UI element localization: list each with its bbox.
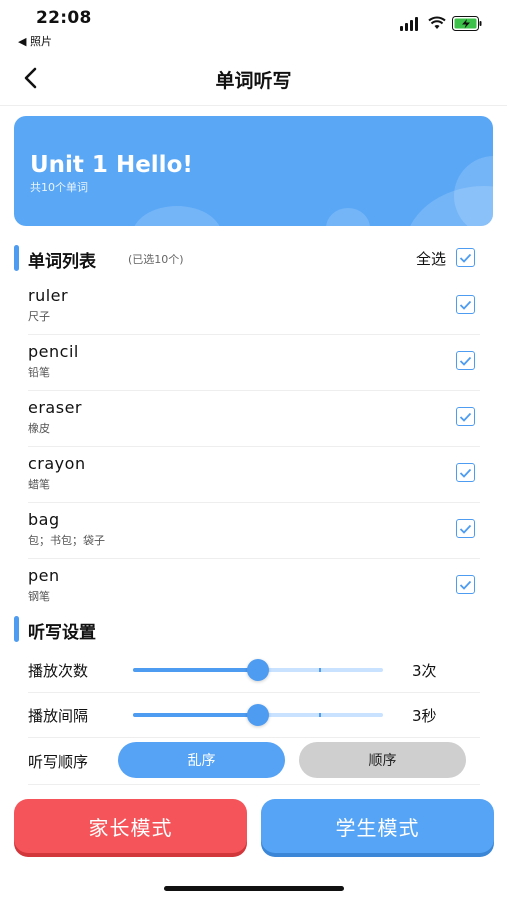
word-count: 共10个单词 <box>30 181 88 194</box>
play-interval-value: 3秒 <box>412 707 437 725</box>
list-item[interactable]: crayon 蜡笔 <box>28 446 480 503</box>
checkmark-icon <box>459 356 472 366</box>
student-mode-button[interactable]: 学生模式 <box>261 799 494 853</box>
word-english: bag <box>28 510 60 529</box>
play-times-slider[interactable] <box>133 659 383 681</box>
unit-banner: Unit 1 Hello! 共10个单词 <box>14 116 493 226</box>
checkmark-icon <box>459 468 472 478</box>
checkmark-icon <box>459 580 472 590</box>
home-indicator <box>164 886 344 891</box>
play-times-row: 播放次数 3次 <box>28 648 480 693</box>
list-item[interactable]: pen 钢笔 <box>28 558 480 614</box>
slider-thumb[interactable] <box>247 659 269 681</box>
select-all-label[interactable]: 全选 <box>416 248 446 269</box>
list-item[interactable]: ruler 尺子 <box>28 278 480 335</box>
word-english: ruler <box>28 286 69 305</box>
word-english: pen <box>28 566 60 585</box>
word-checkbox[interactable] <box>456 575 475 594</box>
play-interval-slider[interactable] <box>133 704 383 726</box>
word-checkbox[interactable] <box>456 519 475 538</box>
status-time: 22:08 <box>36 8 92 28</box>
section-accent-bar <box>14 245 19 271</box>
word-checkbox[interactable] <box>456 295 475 314</box>
word-chinese: 蜡笔 <box>28 478 50 491</box>
page-title: 单词听写 <box>215 70 292 92</box>
order-label: 听写顺序 <box>28 753 89 771</box>
slider-thumb[interactable] <box>247 704 269 726</box>
word-english: crayon <box>28 454 86 473</box>
word-checkbox[interactable] <box>456 407 475 426</box>
nav-divider <box>0 105 507 106</box>
unit-title: Unit 1 Hello! <box>30 152 193 178</box>
wifi-icon <box>428 16 446 29</box>
word-chinese: 钢笔 <box>28 590 50 603</box>
checkmark-icon <box>459 253 472 263</box>
play-times-label: 播放次数 <box>28 662 89 680</box>
select-all-checkbox[interactable] <box>456 248 475 267</box>
word-chinese: 尺子 <box>28 310 50 323</box>
settings-title: 听写设置 <box>28 623 96 643</box>
list-item[interactable]: eraser 橡皮 <box>28 390 480 447</box>
checkmark-icon <box>459 412 472 422</box>
order-random-button[interactable]: 乱序 <box>118 742 285 778</box>
word-chinese: 铅笔 <box>28 366 50 379</box>
section-accent-bar <box>14 616 19 642</box>
back-to-app-link[interactable]: ◀ 照片 <box>18 33 52 49</box>
play-interval-row: 播放间隔 3秒 <box>28 693 480 738</box>
checkmark-icon <box>459 524 472 534</box>
play-interval-label: 播放间隔 <box>28 707 89 725</box>
word-list-title: 单词列表 <box>28 252 96 272</box>
order-sequential-button[interactable]: 顺序 <box>299 742 466 778</box>
list-item[interactable]: pencil 铅笔 <box>28 334 480 391</box>
parent-mode-button[interactable]: 家长模式 <box>14 799 247 853</box>
order-row: 听写顺序 乱序 顺序 <box>28 738 480 785</box>
checkmark-icon <box>459 300 472 310</box>
word-checkbox[interactable] <box>456 351 475 370</box>
cellular-signal-icon <box>400 17 422 31</box>
word-english: pencil <box>28 342 79 361</box>
battery-charging-icon <box>452 16 482 31</box>
word-checkbox[interactable] <box>456 463 475 482</box>
selected-count: (已选10个) <box>128 253 184 266</box>
list-item[interactable]: bag 包；书包；袋子 <box>28 502 480 559</box>
play-times-value: 3次 <box>412 662 437 680</box>
word-chinese: 橡皮 <box>28 422 50 435</box>
word-english: eraser <box>28 398 82 417</box>
word-chinese: 包；书包；袋子 <box>28 534 105 547</box>
